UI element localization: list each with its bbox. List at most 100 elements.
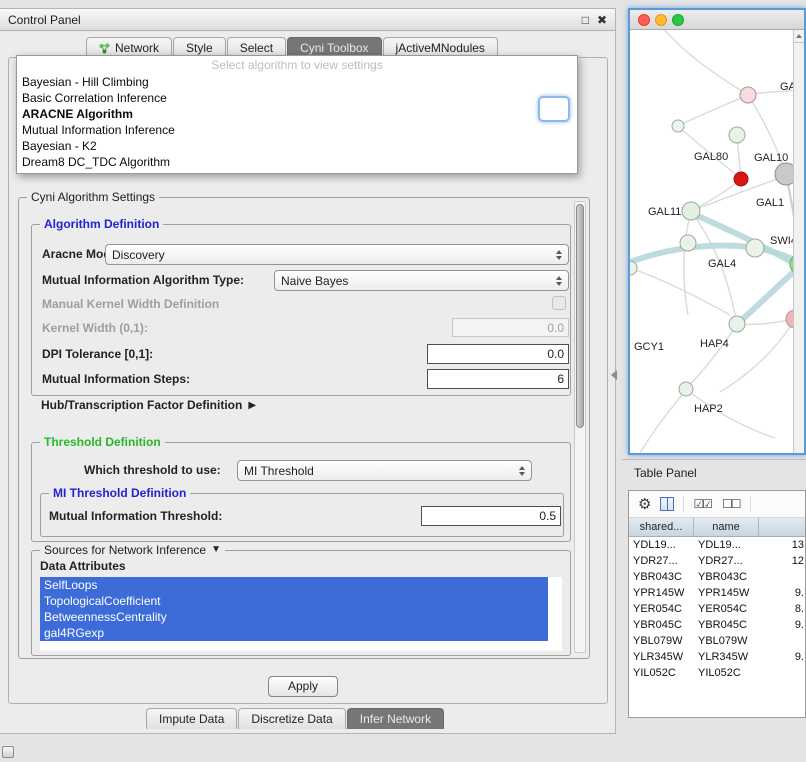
attribute-item[interactable]: SelfLoops xyxy=(40,577,548,593)
horizontal-divider xyxy=(622,459,806,460)
mi-threshold-field[interactable]: 0.5 xyxy=(421,506,561,526)
tab-discretize-data[interactable]: Discretize Data xyxy=(238,708,345,729)
hide-all-columns-icon[interactable]: ☐☐ xyxy=(722,498,742,510)
float-window-icon[interactable]: □ xyxy=(582,14,589,26)
desktop: Control Panel □ ✖ NetworkStyleSelectCyni… xyxy=(0,0,806,762)
show-all-columns-icon[interactable]: ☑☑ xyxy=(693,498,713,510)
table-cell: YBL079W xyxy=(694,633,759,649)
table-row[interactable]: YBR045CYBR045C9. xyxy=(629,617,805,633)
column-header[interactable]: shared... xyxy=(629,518,694,536)
which-threshold-select[interactable]: MI Threshold xyxy=(237,460,532,481)
table-cell: YDL19... xyxy=(694,537,759,553)
mi-threshold-group-title: MI Threshold Definition xyxy=(49,486,190,500)
algorithm-option-mutual-information-inference[interactable]: Mutual Information Inference xyxy=(17,122,577,138)
network-node[interactable] xyxy=(680,235,696,251)
focus-ring-button[interactable] xyxy=(538,96,570,122)
hub-definition-toggle[interactable]: Hub/Transcription Factor Definition ▶ xyxy=(41,398,256,413)
algorithm-definition-group: Algorithm Definition Aracne Mode: Discov… xyxy=(31,224,571,396)
data-attributes-list[interactable]: SelfLoopsTopologicalCoefficientBetweenne… xyxy=(40,577,562,651)
node-label: GAL4 xyxy=(708,258,736,270)
algorithm-option-dream8-dc-tdc-algorithm[interactable]: Dream8 DC_TDC Algorithm xyxy=(17,154,577,170)
node-label: GAL xyxy=(780,81,793,93)
network-edge[interactable] xyxy=(630,268,730,315)
network-node[interactable] xyxy=(682,202,700,220)
aracne-mode-select[interactable]: Discovery xyxy=(105,244,569,265)
sources-group: Sources for Network Inference ▼ Data Att… xyxy=(31,550,571,656)
table-row[interactable]: YDR27...YDR27...12 xyxy=(629,553,805,569)
network-edge[interactable] xyxy=(786,174,793,260)
network-node[interactable] xyxy=(729,316,745,332)
mi-steps-field[interactable]: 6 xyxy=(427,369,569,389)
hub-definition-label: Hub/Transcription Factor Definition xyxy=(41,398,242,413)
network-edge[interactable] xyxy=(660,30,748,95)
network-edge[interactable] xyxy=(678,95,748,126)
network-node[interactable] xyxy=(679,382,693,396)
algorithm-option-bayesian-hill-climbing[interactable]: Bayesian - Hill Climbing xyxy=(17,74,577,90)
sources-group-header[interactable]: Sources for Network Inference ▼ xyxy=(40,543,225,557)
network-window-titlebar[interactable] xyxy=(630,10,804,30)
mi-threshold-group: MI Threshold Definition Mutual Informati… xyxy=(40,493,564,537)
network-node[interactable] xyxy=(630,261,637,275)
scroll-up-arrow-icon[interactable] xyxy=(794,30,804,43)
control-panel-titlebar[interactable]: Control Panel □ ✖ xyxy=(0,9,615,31)
algorithm-option-basic-correlation-inference[interactable]: Basic Correlation Inference xyxy=(17,90,577,106)
network-node[interactable] xyxy=(729,127,745,143)
network-edge[interactable] xyxy=(737,268,793,324)
tab-impute-data[interactable]: Impute Data xyxy=(146,708,237,729)
mi-algorithm-type-select[interactable]: Naive Bayes xyxy=(274,270,569,291)
table-cell xyxy=(759,569,805,585)
tab-infer-network[interactable]: Infer Network xyxy=(347,708,444,729)
gear-icon[interactable]: ⚙ xyxy=(638,497,651,512)
table-row[interactable]: YBR043CYBR043C xyxy=(629,569,805,585)
minimized-window-icon[interactable] xyxy=(2,746,14,758)
network-node[interactable] xyxy=(775,163,793,185)
network-edge[interactable] xyxy=(684,211,691,315)
mi-steps-label: Mutual Information Steps: xyxy=(42,372,190,387)
dpi-tolerance-field[interactable]: 0.0 xyxy=(427,344,569,364)
network-canvas[interactable]: GALGAL80GAL10GAL11GAL1SWI4GAL4GCY1HAP4YH… xyxy=(630,30,804,453)
manual-kernel-checkbox[interactable] xyxy=(552,296,566,310)
network-node[interactable] xyxy=(786,310,793,328)
table-header-row: shared...name xyxy=(629,518,805,537)
table-cell: 9. xyxy=(759,585,805,601)
mi-threshold-label: Mutual Information Threshold: xyxy=(49,509,222,524)
table-row[interactable]: YDL19...YDL19...13 xyxy=(629,537,805,553)
network-vertical-scrollbar[interactable] xyxy=(793,30,804,453)
table-row[interactable]: YLR345WYLR345W9. xyxy=(629,649,805,665)
column-header[interactable]: name xyxy=(694,518,759,536)
close-traffic-light-icon[interactable] xyxy=(638,14,650,26)
node-label: HAP4 xyxy=(700,338,729,350)
kernel-width-field[interactable]: 0.0 xyxy=(452,318,569,337)
attribute-item[interactable]: TopologicalCoefficient xyxy=(40,593,548,609)
network-node[interactable] xyxy=(740,87,756,103)
close-window-icon[interactable]: ✖ xyxy=(597,14,607,26)
column-header[interactable] xyxy=(759,518,805,536)
table-row[interactable]: YIL052CYIL052C xyxy=(629,665,805,681)
algorithm-option-bayesian-k2[interactable]: Bayesian - K2 xyxy=(17,138,577,154)
table-panel-window: ⚙ ☑☑ ☐☐ shared...name YDL19...YDL19...13… xyxy=(628,490,806,718)
settings-scrollbar[interactable] xyxy=(574,201,586,653)
node-label: GAL11 xyxy=(648,206,681,218)
attribute-item[interactable]: BetweennessCentrality xyxy=(40,609,548,625)
columns-icon[interactable] xyxy=(660,497,674,511)
table-cell: YBR045C xyxy=(629,617,694,633)
settings-scrollbar-thumb[interactable] xyxy=(576,204,584,428)
attribute-item[interactable]: gal4RGexp xyxy=(40,625,548,641)
table-row[interactable]: YPR145WYPR145W9. xyxy=(629,585,805,601)
network-node[interactable] xyxy=(746,239,764,257)
algorithm-option-aracne-algorithm[interactable]: ARACNE Algorithm xyxy=(17,106,577,122)
network-node[interactable] xyxy=(672,120,684,132)
minimize-traffic-light-icon[interactable] xyxy=(655,14,667,26)
zoom-traffic-light-icon[interactable] xyxy=(672,14,684,26)
table-row[interactable]: YER054CYER054C8. xyxy=(629,601,805,617)
network-edge[interactable] xyxy=(640,389,686,453)
node-label: GAL80 xyxy=(694,151,728,163)
network-edge[interactable] xyxy=(686,324,737,389)
table-row[interactable]: YBL079WYBL079W xyxy=(629,633,805,649)
apply-button[interactable]: Apply xyxy=(268,676,338,697)
threshold-definition-title: Threshold Definition xyxy=(40,435,165,449)
network-node[interactable] xyxy=(734,172,748,186)
panel-splitter-arrow[interactable] xyxy=(611,370,617,380)
table-cell: 13 xyxy=(759,537,805,553)
table-cell: YBR043C xyxy=(694,569,759,585)
